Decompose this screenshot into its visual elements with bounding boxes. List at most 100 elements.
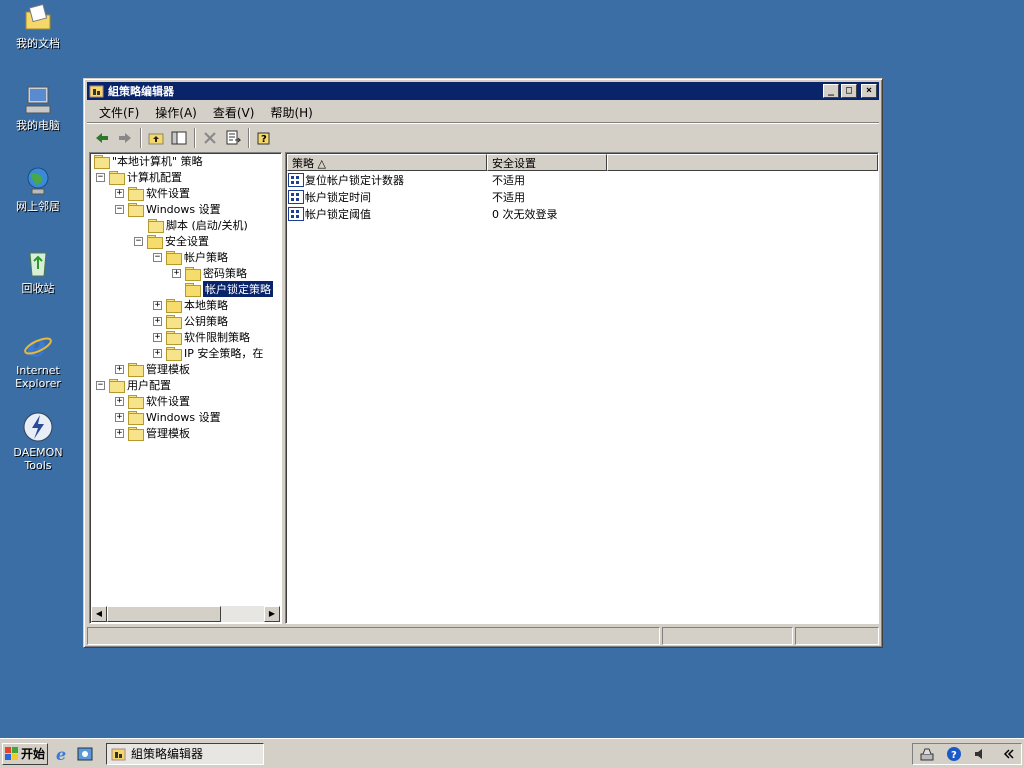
menu-file[interactable]: 文件(F) [91, 104, 147, 121]
collapse-toggle[interactable]: − [96, 380, 105, 390]
computer-config-icon [108, 170, 125, 185]
list-item[interactable]: 复位帐户锁定计数器 不适用 [288, 171, 525, 188]
svg-text:?: ? [951, 750, 957, 761]
back-button[interactable] [91, 127, 113, 149]
desktop-icon-recycle-bin[interactable]: 回收站 [0, 247, 76, 295]
expand-toggle[interactable]: + [115, 428, 124, 438]
tree-label: 软件设置 [146, 395, 190, 408]
tree-item-admin-templates[interactable]: + 管理模板 [115, 361, 190, 377]
delete-button[interactable] [199, 127, 221, 149]
list-item[interactable]: 帐户锁定时间 不适用 [288, 188, 525, 205]
policy-setting-icon [288, 172, 304, 187]
task-label: 組策略编辑器 [131, 747, 204, 761]
recycle-bin-icon [22, 247, 54, 279]
desktop-icon-daemon-tools[interactable]: DAEMON Tools [0, 411, 76, 472]
policy-name: 帐户锁定阈值 [305, 207, 371, 221]
expand-toggle[interactable]: + [115, 364, 124, 374]
export-list-button[interactable] [222, 127, 244, 149]
desktop-icon-label: 回收站 [21, 282, 55, 295]
tree-item-account-policies[interactable]: − 帐户策略 [153, 249, 228, 265]
lock-folder-icon [184, 266, 201, 281]
expand-toggle[interactable]: + [172, 268, 181, 278]
taskbar-button-group-policy[interactable]: 組策略编辑器 [106, 742, 264, 765]
expand-toggle[interactable]: + [153, 348, 162, 358]
expand-toggle[interactable]: + [153, 332, 162, 342]
tree-label: 管理模板 [146, 363, 190, 376]
details-list[interactable]: 策略 △ 安全设置 复位帐户锁定计数器 不适用 帐户锁定时间 不适用 帐户锁定阈… [285, 152, 879, 624]
tree-label: 帐户策略 [184, 251, 228, 264]
collapse-toggle[interactable]: − [115, 204, 124, 214]
tree-label: 密码策略 [203, 267, 247, 280]
tree-item-public-key-policies[interactable]: + 公钥策略 [153, 313, 228, 329]
tree-item-scripts[interactable]: 脚本 (启动/关机) [147, 217, 248, 233]
maximize-button[interactable]: □ [841, 84, 857, 98]
quicklaunch-show-desktop-icon[interactable] [76, 745, 94, 763]
collapse-toggle[interactable]: − [96, 172, 105, 182]
expand-toggle[interactable]: + [153, 300, 162, 310]
scroll-track[interactable] [221, 606, 264, 622]
minimize-button[interactable]: _ [823, 84, 839, 98]
volume-icon[interactable] [973, 746, 989, 762]
start-button[interactable]: 开始 [2, 742, 48, 765]
quicklaunch-ie-icon[interactable]: e [54, 745, 72, 764]
svg-text:e: e [56, 745, 66, 763]
tree-horizontal-scrollbar[interactable]: ◀ ▶ [91, 606, 280, 622]
tree-root[interactable]: "本地计算机" 策略 [93, 153, 203, 169]
help-circle-icon[interactable]: ? [946, 746, 962, 762]
group-policy-icon [111, 748, 126, 760]
tree-item-ip-security[interactable]: + IP 安全策略，在 [153, 345, 263, 361]
column-header-empty [607, 154, 878, 171]
tree-item-user-config[interactable]: − 用户配置 [96, 377, 171, 393]
console-tree[interactable]: "本地计算机" 策略 − 计算机配置 + 软件设置 − Windows 设置 脚… [89, 152, 282, 624]
tree-item-user-windows-settings[interactable]: + Windows 设置 [115, 409, 221, 425]
tree-label: Windows 设置 [146, 411, 221, 424]
desktop-icon-label: Internet Explorer [15, 364, 61, 390]
policy-name: 复位帐户锁定计数器 [305, 173, 404, 187]
scroll-right-button[interactable]: ▶ [264, 606, 280, 622]
column-header-policy[interactable]: 策略 △ [287, 154, 487, 171]
folder-icon [127, 202, 144, 217]
menu-action[interactable]: 操作(A) [147, 104, 205, 121]
forward-button[interactable] [114, 127, 136, 149]
expand-toggle[interactable]: + [115, 412, 124, 422]
expand-toggle[interactable]: + [115, 396, 124, 406]
scroll-thumb[interactable] [107, 606, 221, 622]
desktop-icon-internet-explorer[interactable]: e Internet Explorer [0, 329, 76, 390]
desktop-icon-network[interactable]: 网上邻居 [0, 165, 76, 213]
expand-toggle[interactable]: + [115, 188, 124, 198]
folder-icon [127, 394, 144, 409]
tree-label: 安全设置 [165, 235, 209, 248]
tree-item-computer-config[interactable]: − 计算机配置 [96, 169, 182, 185]
collapse-toggle[interactable]: − [153, 252, 162, 262]
policy-root-icon [93, 154, 110, 169]
toolbar: ? [87, 125, 879, 151]
column-header-setting[interactable]: 安全设置 [487, 154, 607, 171]
network-tray-icon[interactable] [919, 746, 935, 762]
tree-item-user-software-settings[interactable]: + 软件设置 [115, 393, 190, 409]
desktop-icon-my-computer[interactable]: 我的电脑 [0, 84, 76, 132]
folder-icon [127, 186, 144, 201]
desktop-icon-my-documents[interactable]: 我的文档 [0, 2, 76, 50]
tree-item-software-restriction[interactable]: + 软件限制策略 [153, 329, 250, 345]
help-button[interactable]: ? [253, 127, 275, 149]
collapse-toggle[interactable]: − [134, 236, 143, 246]
tree-item-software-settings[interactable]: + 软件设置 [115, 185, 190, 201]
close-button[interactable]: × [861, 84, 877, 98]
tree-item-security-settings[interactable]: − 安全设置 [134, 233, 209, 249]
tree-item-account-lockout-policy[interactable]: 帐户锁定策略 [184, 280, 274, 298]
expand-toggle[interactable]: + [153, 316, 162, 326]
tree-item-windows-settings[interactable]: − Windows 设置 [115, 201, 221, 217]
up-level-button[interactable] [145, 127, 167, 149]
list-item[interactable]: 帐户锁定阈值 0 次无效登录 [288, 205, 558, 222]
menu-help[interactable]: 帮助(H) [262, 104, 320, 121]
title-bar[interactable]: 組策略编辑器 _ □ × [87, 82, 879, 100]
tree-label: 用户配置 [127, 379, 171, 392]
tree-item-user-admin-templates[interactable]: + 管理模板 [115, 425, 190, 441]
tree-item-password-policy[interactable]: + 密码策略 [172, 265, 247, 281]
chevron-left-icon[interactable] [1000, 746, 1016, 762]
tree-item-local-policies[interactable]: + 本地策略 [153, 297, 228, 313]
scroll-left-button[interactable]: ◀ [91, 606, 107, 622]
window-title: 組策略编辑器 [108, 85, 174, 98]
show-hide-tree-button[interactable] [168, 127, 190, 149]
menu-view[interactable]: 查看(V) [205, 104, 263, 121]
